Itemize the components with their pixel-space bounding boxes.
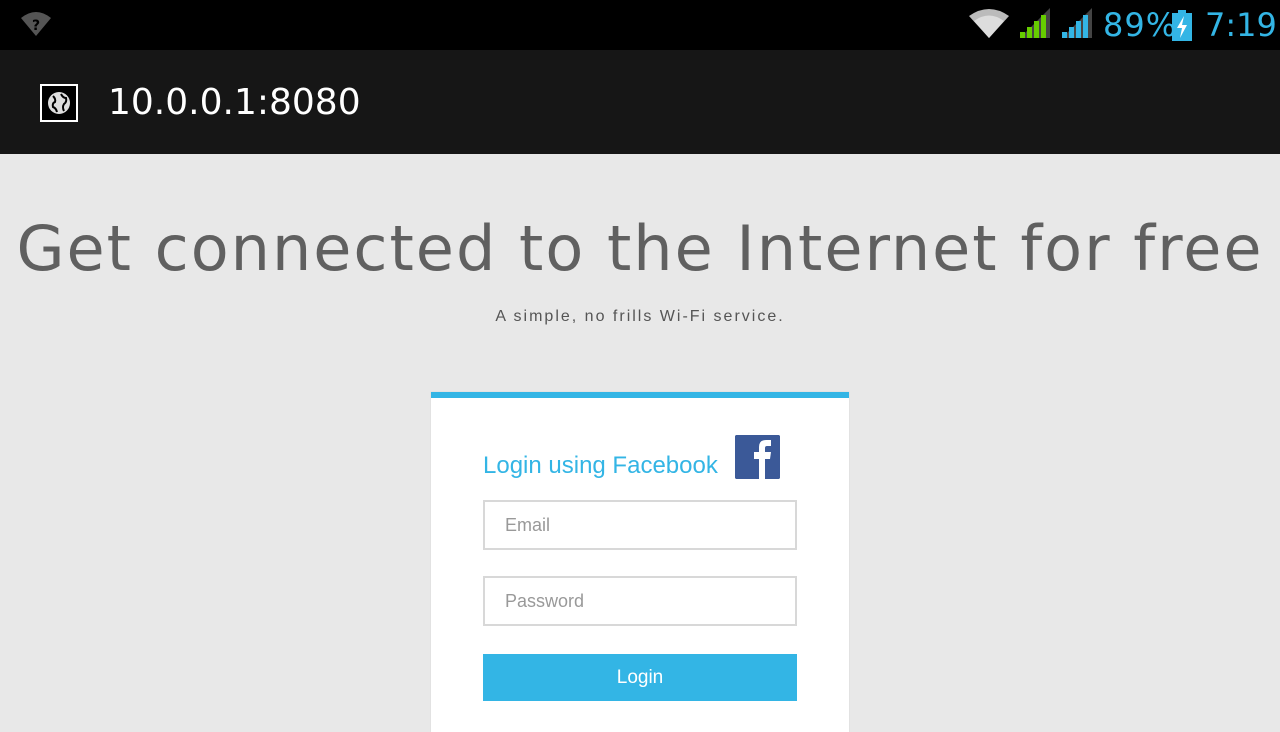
password-field[interactable] [483, 576, 797, 626]
page-url: 10.0.0.1:8080 [108, 82, 361, 123]
svg-text:?: ? [32, 18, 40, 34]
status-bar: ? 89% 7:19 [0, 0, 1280, 50]
facebook-icon[interactable] [735, 435, 780, 479]
signal-icon [1060, 8, 1094, 45]
battery-percent: 89% [1103, 6, 1178, 44]
login-button[interactable]: Login [483, 654, 797, 701]
email-field[interactable] [483, 500, 797, 550]
wifi-unknown-icon: ? [20, 10, 52, 43]
page-subtitle: A simple, no frills Wi-Fi service. [495, 308, 785, 325]
facebook-login-link[interactable]: Login using Facebook [483, 452, 718, 480]
clock: 7:19 [1205, 6, 1277, 44]
login-card: Login using Facebook Login [431, 392, 849, 732]
wifi-icon [968, 8, 1010, 45]
battery-charging-icon [1172, 10, 1192, 47]
globe-icon[interactable] [40, 84, 78, 122]
page-title: Get connected to the Internet for free [16, 212, 1264, 285]
signal-icon [1018, 8, 1052, 45]
browser-app-bar: 10.0.0.1:8080 [0, 50, 1280, 154]
